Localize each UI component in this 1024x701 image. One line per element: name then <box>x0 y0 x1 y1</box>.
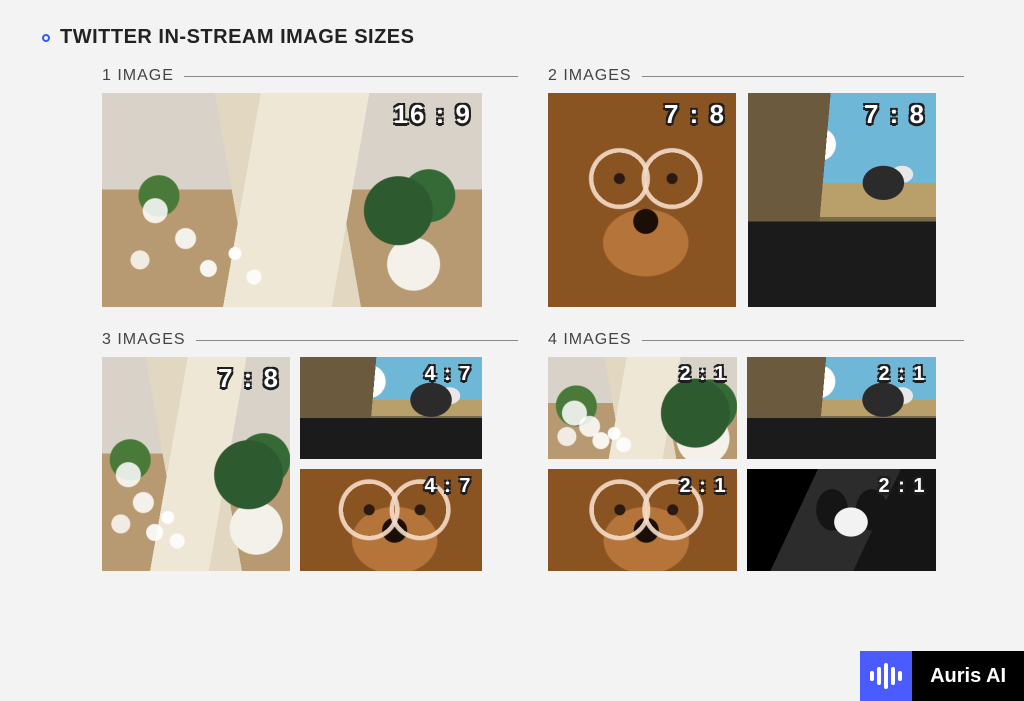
image-tile: 2 : 1 <box>747 469 936 571</box>
ratio-label: 2 : 1 <box>878 363 926 386</box>
brand-badge: Auris AI <box>860 651 1024 701</box>
image-tile: 4 : 7 <box>300 357 482 459</box>
section-4-images: 4 IMAGES 2 : 1 2 : 1 2 : 1 2 : 1 <box>548 331 964 571</box>
section-header: 1 IMAGE <box>102 67 518 85</box>
ratio-label: 7 : 8 <box>218 363 280 394</box>
layout-3: 7 : 8 4 : 7 4 : 7 <box>102 357 518 571</box>
brand-waveform-icon <box>860 651 912 701</box>
section-2-images: 2 IMAGES 7 : 8 7 : 8 <box>548 67 964 307</box>
ratio-label: 2 : 1 <box>679 475 727 498</box>
ratio-label: 7 : 8 <box>864 99 926 130</box>
section-label: 4 IMAGES <box>548 331 632 349</box>
section-3-images: 3 IMAGES 7 : 8 4 : 7 4 : 7 <box>102 331 518 571</box>
image-tile: 2 : 1 <box>548 469 737 571</box>
image-tile: 7 : 8 <box>748 93 936 307</box>
ratio-label: 2 : 1 <box>878 475 926 498</box>
right-column: 4 : 7 4 : 7 <box>300 357 482 571</box>
section-label: 1 IMAGE <box>102 67 174 85</box>
ratio-label: 4 : 7 <box>424 475 472 498</box>
image-tile: 7 : 8 <box>102 357 290 571</box>
section-header: 3 IMAGES <box>102 331 518 349</box>
divider-icon <box>642 340 964 341</box>
divider-icon <box>642 76 964 77</box>
section-label: 2 IMAGES <box>548 67 632 85</box>
bullet-icon <box>42 34 50 42</box>
layouts-grid: 1 IMAGE 16 : 9 2 IMAGES 7 : 8 7 : 8 <box>42 67 982 571</box>
brand-name: Auris AI <box>912 651 1024 701</box>
layout-1: 16 : 9 <box>102 93 518 307</box>
heading-row: TWITTER IN-STREAM IMAGE SIZES <box>42 26 982 49</box>
image-tile: 2 : 1 <box>548 357 737 459</box>
divider-icon <box>184 76 518 77</box>
layout-4: 2 : 1 2 : 1 2 : 1 2 : 1 <box>548 357 936 571</box>
divider-icon <box>196 340 518 341</box>
image-tile: 4 : 7 <box>300 469 482 571</box>
section-label: 3 IMAGES <box>102 331 186 349</box>
section-1-image: 1 IMAGE 16 : 9 <box>102 67 518 307</box>
ratio-label: 7 : 8 <box>664 99 726 130</box>
ratio-label: 2 : 1 <box>679 363 727 386</box>
section-header: 4 IMAGES <box>548 331 964 349</box>
section-header: 2 IMAGES <box>548 67 964 85</box>
ratio-label: 16 : 9 <box>394 99 473 130</box>
page-title: TWITTER IN-STREAM IMAGE SIZES <box>60 26 415 49</box>
image-tile: 2 : 1 <box>747 357 936 459</box>
ratio-label: 4 : 7 <box>424 363 472 386</box>
image-tile: 16 : 9 <box>102 93 482 307</box>
image-tile: 7 : 8 <box>548 93 736 307</box>
layout-2: 7 : 8 7 : 8 <box>548 93 964 307</box>
